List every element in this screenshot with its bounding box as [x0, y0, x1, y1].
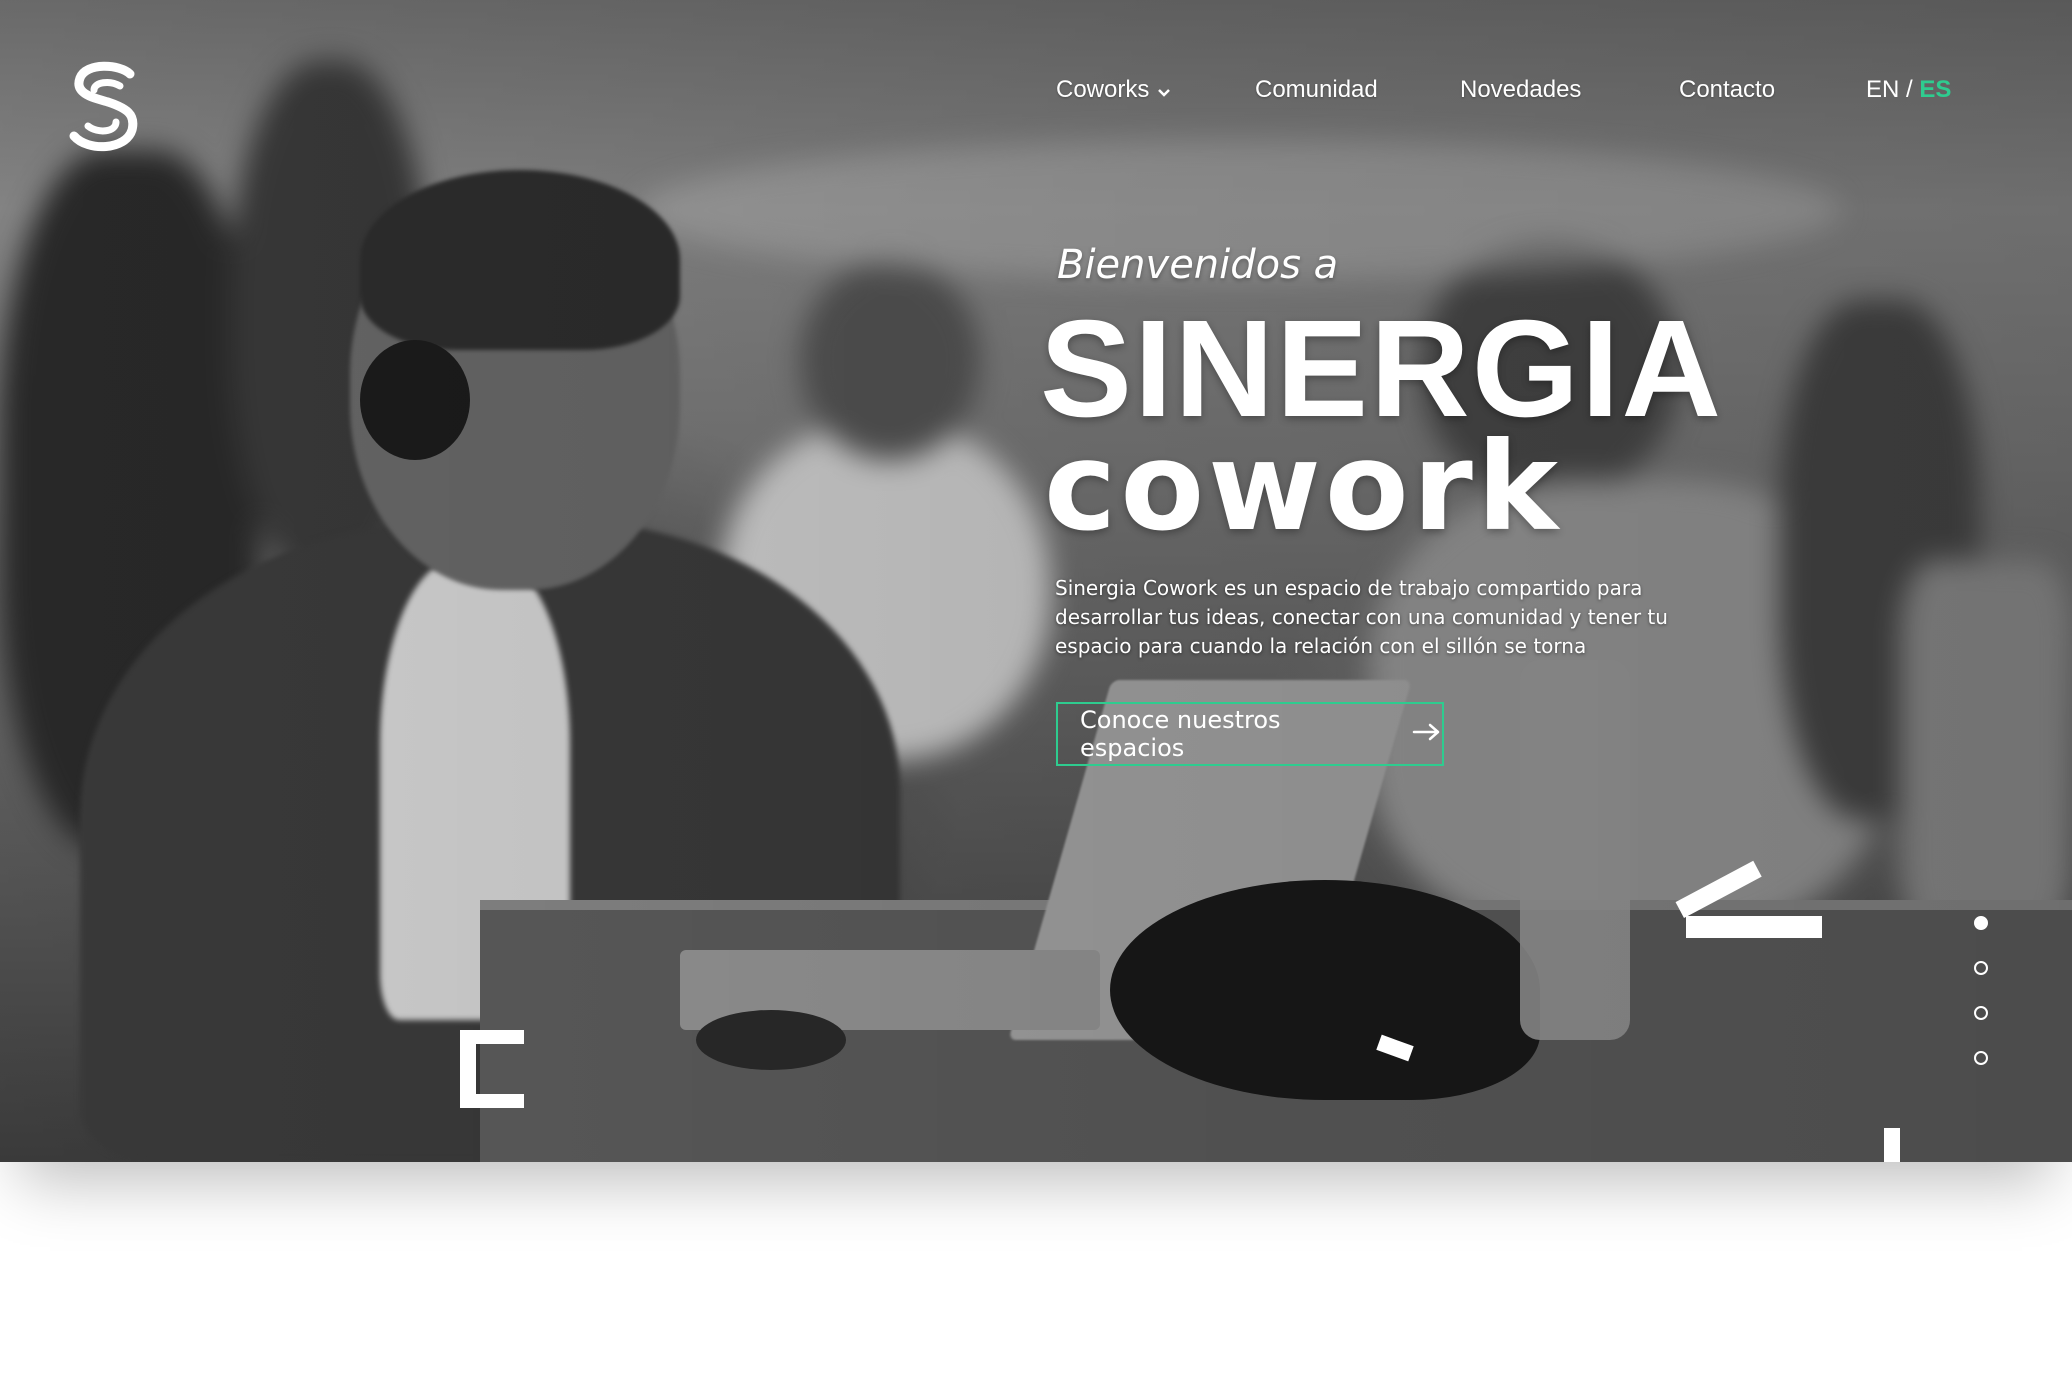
- arrow-decoration: [1686, 916, 1822, 938]
- nav-item-novedades[interactable]: Novedades: [1460, 76, 1581, 104]
- chevron-down-icon: [1157, 77, 1171, 105]
- dark-overlay: [0, 0, 2072, 1162]
- sinergia-s-logo-icon: [69, 61, 138, 152]
- nav-item-contacto[interactable]: Contacto: [1679, 76, 1775, 104]
- nav-item-label: Contacto: [1679, 76, 1776, 103]
- dash-decoration: [1884, 1128, 1900, 1162]
- sinergia-logo[interactable]: [64, 58, 144, 156]
- nav-item-comunidad[interactable]: Comunidad: [1255, 76, 1378, 104]
- welcome-text: Bienvenidos a: [1057, 242, 1339, 288]
- nav-item-label: Coworks: [1056, 76, 1150, 103]
- cta-label: Conoce nuestros espacios: [1080, 706, 1281, 762]
- language-switcher: EN / ES: [1866, 76, 1951, 104]
- slide-dot-3[interactable]: [1974, 1006, 1988, 1020]
- brand-subtitle: cowork: [1044, 416, 1562, 558]
- hero-section: [0, 0, 2072, 1162]
- bracket-decoration: [460, 1094, 524, 1108]
- hero-description: Sinergia Cowork es un espacio de trabajo…: [1055, 576, 1668, 658]
- lang-es[interactable]: ES: [1919, 76, 1951, 103]
- nav-item-label: Comunidad: [1255, 76, 1378, 103]
- slide-dot-4[interactable]: [1974, 1051, 1988, 1065]
- nav-item-label: Novedades: [1460, 76, 1582, 103]
- cta-button[interactable]: Conoce nuestros espacios: [1056, 702, 1444, 766]
- slide-dot-2[interactable]: [1974, 961, 1988, 975]
- nav-item-coworks[interactable]: Coworks: [1056, 76, 1171, 105]
- arrow-right-icon: [1412, 720, 1442, 748]
- bracket-decoration: [460, 1030, 524, 1044]
- slide-dot-1[interactable]: [1974, 916, 1988, 930]
- lang-en[interactable]: EN: [1866, 76, 1899, 103]
- lang-separator: /: [1906, 76, 1913, 103]
